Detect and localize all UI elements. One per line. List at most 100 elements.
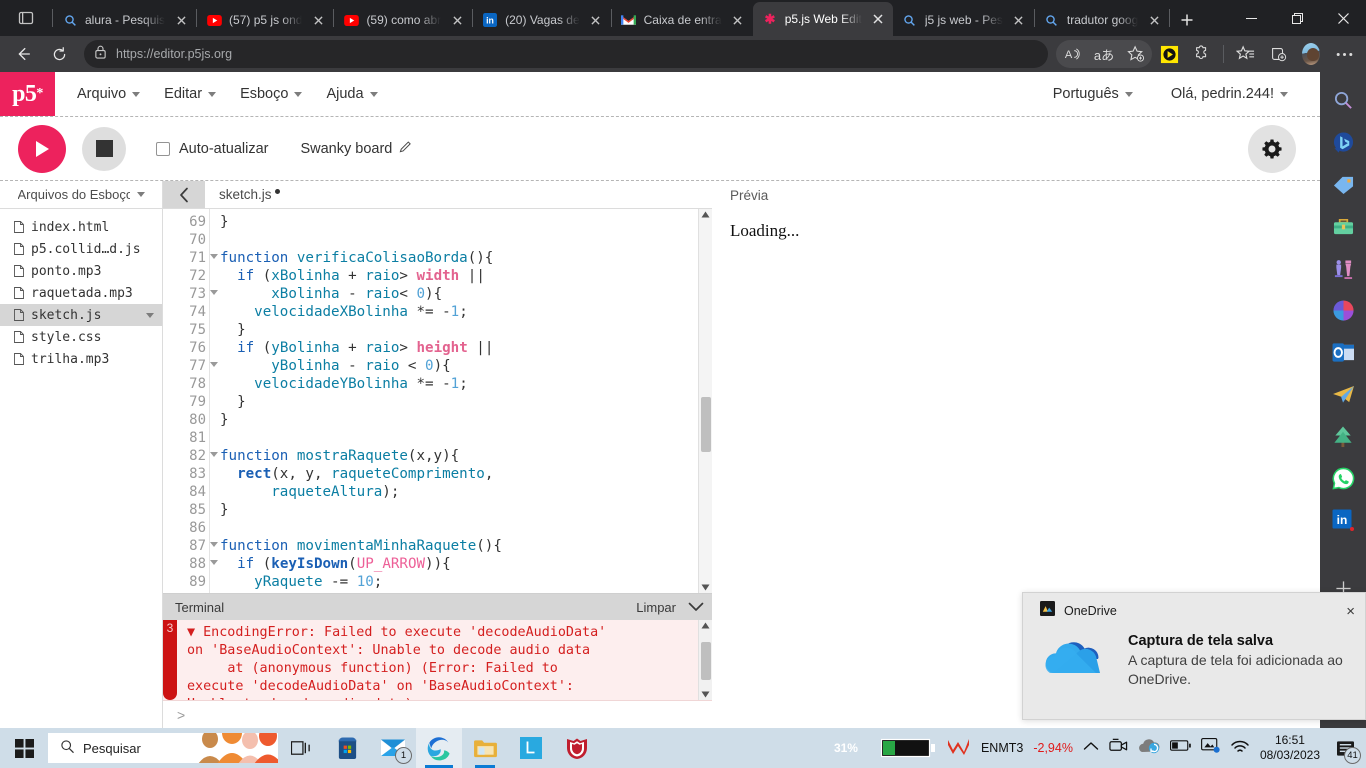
show-hidden-icons-icon[interactable]: [1083, 739, 1099, 757]
close-icon[interactable]: [1145, 11, 1163, 29]
read-aloud-icon[interactable]: A: [1056, 40, 1088, 68]
office-icon[interactable]: [1329, 296, 1357, 324]
fold-arrow-icon[interactable]: [210, 254, 218, 259]
meet-now-icon[interactable]: [1109, 738, 1128, 759]
browser-tab[interactable]: (59) como abr: [334, 4, 472, 36]
display-icon[interactable]: [1200, 737, 1220, 759]
collections-icon[interactable]: [1262, 40, 1294, 68]
games-icon[interactable]: [1329, 254, 1357, 282]
language-selector[interactable]: Português: [1045, 82, 1141, 106]
linkedin-icon[interactable]: in: [1329, 506, 1357, 534]
scrollbar-thumb[interactable]: [701, 642, 711, 680]
restore-icon[interactable]: [1274, 0, 1320, 36]
tab-actions-button[interactable]: [0, 0, 52, 36]
browser-tab[interactable]: in (20) Vagas de: [473, 4, 611, 36]
outlook-icon[interactable]: [1329, 338, 1357, 366]
chevron-down-icon[interactable]: [688, 600, 704, 615]
browser-tab[interactable]: Caixa de entra: [612, 4, 753, 36]
fold-arrow-icon[interactable]: [210, 362, 218, 367]
reload-icon[interactable]: [42, 40, 76, 68]
scroll-up-icon[interactable]: [701, 211, 710, 218]
profile-avatar[interactable]: [1295, 40, 1327, 68]
fold-arrow-icon[interactable]: [210, 290, 218, 295]
edit-pencil-icon[interactable]: [399, 140, 412, 157]
editor-scrollbar[interactable]: [698, 209, 712, 593]
mcafee-icon[interactable]: [554, 728, 600, 768]
sketch-files-header[interactable]: Arquivos do Esboço: [0, 181, 162, 209]
scroll-down-icon[interactable]: [701, 691, 710, 698]
play-button[interactable]: [18, 124, 66, 173]
auto-update-checkbox[interactable]: [156, 141, 170, 156]
file-item[interactable]: raquetada.mp3: [0, 282, 162, 304]
close-icon[interactable]: [448, 11, 466, 29]
close-icon[interactable]: [172, 11, 190, 29]
menu-esboco[interactable]: Esboço: [232, 82, 310, 106]
menu-arquivo[interactable]: Arquivo: [69, 82, 148, 106]
lightshot-icon[interactable]: [508, 728, 554, 768]
back-icon[interactable]: [6, 40, 40, 68]
file-explorer-icon[interactable]: [462, 728, 508, 768]
scroll-down-icon[interactable]: [701, 584, 710, 591]
close-icon[interactable]: [587, 11, 605, 29]
close-icon[interactable]: [1010, 11, 1028, 29]
file-item-selected[interactable]: sketch.js: [0, 304, 162, 326]
search-icon[interactable]: [1329, 86, 1357, 114]
favorites-icon[interactable]: [1229, 40, 1261, 68]
task-view-icon[interactable]: [278, 728, 324, 768]
tools-icon[interactable]: [1329, 212, 1357, 240]
media-player-icon[interactable]: [1153, 40, 1185, 68]
editor-tab-sketchjs[interactable]: sketch.js: [205, 181, 294, 208]
close-icon[interactable]: [1320, 0, 1366, 36]
bing-chat-icon[interactable]: [1329, 128, 1357, 156]
wifi-icon[interactable]: [1230, 738, 1250, 759]
auto-update-toggle[interactable]: Auto-atualizar: [156, 141, 268, 157]
search-input[interactable]: Pesquisar: [48, 733, 278, 763]
terminal-clear-button[interactable]: Limpar: [636, 600, 676, 615]
telegram-icon[interactable]: [1329, 380, 1357, 408]
extensions-icon[interactable]: [1186, 40, 1218, 68]
browser-tab[interactable]: tradutor goog: [1035, 4, 1169, 36]
browser-tab-active[interactable]: ✱ p5.js Web Edit: [752, 2, 893, 36]
chevron-down-icon[interactable]: [146, 312, 154, 318]
whatsapp-icon[interactable]: [1329, 464, 1357, 492]
close-icon[interactable]: [869, 10, 887, 28]
settings-button[interactable]: [1248, 124, 1296, 173]
account-menu[interactable]: Olá, pedrin.244!: [1163, 82, 1296, 106]
code-content[interactable]: } function verificaColisaoBorda(){ if (x…: [210, 209, 698, 593]
menu-ajuda[interactable]: Ajuda: [318, 82, 385, 106]
browser-tab[interactable]: j5 js web - Pes: [893, 4, 1034, 36]
menu-editar[interactable]: Editar: [156, 82, 224, 106]
p5-logo[interactable]: p5 *: [0, 72, 55, 116]
scrollbar-thumb[interactable]: [701, 397, 711, 452]
file-item[interactable]: p5.collid…d.js: [0, 238, 162, 260]
chevron-down-icon[interactable]: [136, 192, 145, 197]
stop-button[interactable]: [82, 126, 126, 171]
battery-percent-indicator[interactable]: 31%: [834, 737, 937, 759]
start-button[interactable]: [0, 728, 48, 768]
new-tab-button[interactable]: [1170, 4, 1204, 36]
terminal-scrollbar[interactable]: [698, 620, 712, 700]
microsoft-store-icon[interactable]: [324, 728, 370, 768]
sketch-name[interactable]: Swanky board: [300, 140, 412, 157]
tree-icon[interactable]: [1329, 422, 1357, 450]
scroll-up-icon[interactable]: [701, 622, 710, 629]
browser-tab[interactable]: (57) p5 js ond: [197, 4, 333, 36]
battery-icon[interactable]: [1169, 739, 1191, 757]
edge-icon[interactable]: [416, 728, 462, 768]
code-editor[interactable]: 69 70 71 72 73 74 75 76 77 78 79 80 81 82 83 84 85 86 87 88…: [163, 209, 712, 593]
fold-arrow-icon[interactable]: [210, 542, 218, 547]
onedrive-icon[interactable]: [1138, 738, 1160, 759]
file-item[interactable]: index.html: [0, 216, 162, 238]
file-item[interactable]: trilha.mp3: [0, 348, 162, 370]
translate-icon[interactable]: aあ: [1088, 40, 1120, 68]
close-icon[interactable]: [729, 11, 747, 29]
notifications-button[interactable]: 41: [1330, 733, 1361, 764]
mail-icon[interactable]: 1: [370, 728, 416, 768]
close-icon[interactable]: [309, 11, 327, 29]
clock[interactable]: 16:51 08/03/2023: [1260, 733, 1320, 763]
more-options-icon[interactable]: [1328, 40, 1360, 68]
terminal-input[interactable]: >: [163, 700, 712, 728]
address-bar[interactable]: https://editor.p5js.org: [84, 40, 1048, 68]
minimize-icon[interactable]: [1228, 0, 1274, 36]
file-item[interactable]: style.css: [0, 326, 162, 348]
